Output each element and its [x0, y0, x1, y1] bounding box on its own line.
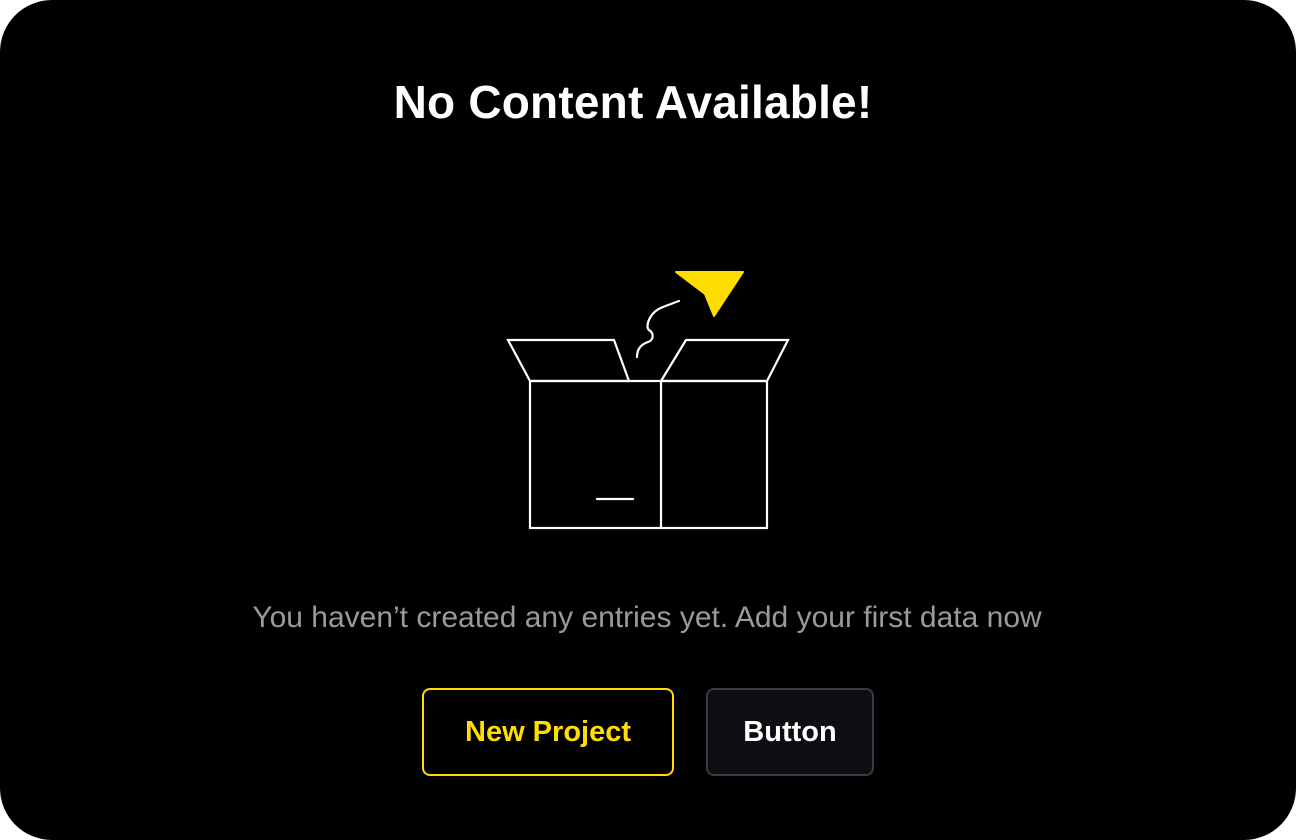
empty-state-message: You haven’t created any entries yet. Add…	[252, 601, 1042, 634]
secondary-button-label: Button	[743, 715, 837, 748]
box-body	[528, 379, 769, 530]
open-box-icon	[506, 271, 790, 530]
paper-plane-icon	[675, 271, 744, 317]
illustration	[500, 262, 800, 537]
new-project-button-label: New Project	[465, 715, 631, 748]
empty-state-title: No Content Available!	[393, 76, 873, 128]
empty-state-card: No Content Available! You haven’t create…	[0, 0, 1296, 840]
new-project-button[interactable]: New Project	[422, 688, 674, 776]
secondary-button[interactable]: Button	[706, 688, 874, 776]
